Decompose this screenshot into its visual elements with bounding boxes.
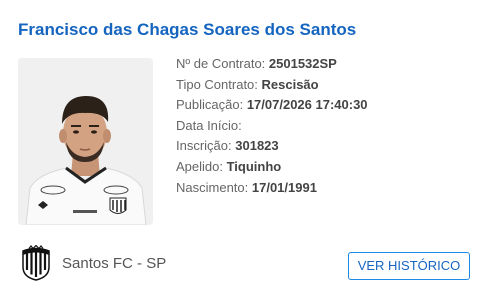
detail-birth: Nascimento: 17/01/1991: [176, 178, 368, 199]
detail-label: Publicação:: [176, 97, 247, 113]
detail-value: Rescisão: [261, 76, 319, 92]
detail-label: Inscrição:: [176, 138, 236, 154]
detail-label: Nº de Contrato:: [176, 56, 269, 71]
detail-value: 301823: [235, 138, 279, 154]
detail-value: 17/01/1991: [251, 179, 317, 195]
detail-contract-type: Tipo Contrato: Rescisão: [176, 75, 368, 96]
detail-label: Apelido:: [176, 158, 227, 174]
detail-label: Data Início:: [176, 117, 242, 133]
detail-contract-number: Nº de Contrato: 2501532SP: [176, 54, 368, 75]
detail-start-date: Data Início:: [176, 116, 368, 137]
santos-crest-icon: [18, 245, 54, 281]
detail-label: Tipo Contrato:: [176, 76, 262, 92]
detail-publication: Publicação: 17/07/2026 17:40:30: [176, 95, 368, 116]
detail-nickname: Apelido: Tiquinho: [176, 157, 368, 178]
player-name: Francisco das Chagas Soares dos Santos: [18, 20, 357, 39]
view-history-button[interactable]: VER HISTÓRICO: [348, 252, 470, 280]
detail-label: Nascimento:: [176, 179, 252, 195]
player-photo: [18, 58, 153, 225]
detail-value: Tiquinho: [226, 158, 282, 174]
club-info: Santos FC - SP: [18, 245, 166, 281]
detail-value: 2501532SP: [268, 56, 337, 71]
contract-details: Nº de Contrato: 2501532SP Tipo Contrato:…: [176, 54, 368, 198]
detail-value: 17/07/2026 17:40:30: [246, 97, 368, 113]
club-name: Santos FC - SP: [62, 254, 167, 272]
detail-registration: Inscrição: 301823: [176, 136, 368, 157]
